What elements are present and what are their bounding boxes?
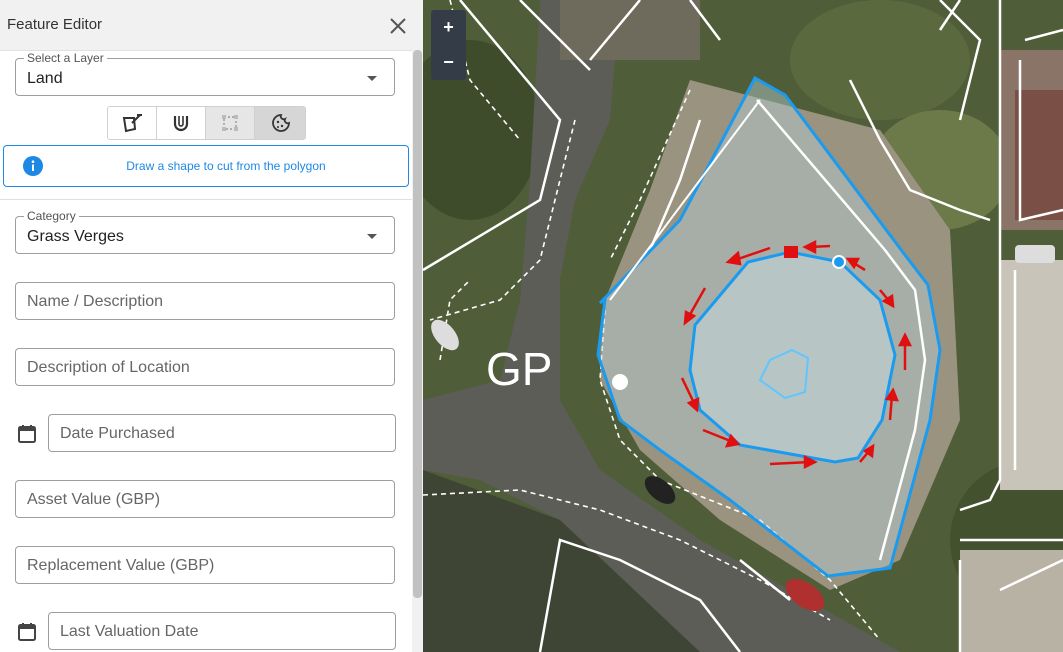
layer-select-legend: Select a Layer xyxy=(24,51,107,65)
chevron-down-icon xyxy=(367,234,377,239)
close-button[interactable] xyxy=(386,14,410,38)
aerial-map-imagery xyxy=(423,0,1063,652)
zoom-out-button[interactable]: − xyxy=(431,45,466,80)
date-purchased-field[interactable]: Date Purchased xyxy=(48,414,396,452)
zoom-in-button[interactable]: + xyxy=(431,10,466,45)
close-icon xyxy=(390,18,406,34)
last-valuation-date-placeholder: Last Valuation Date xyxy=(60,623,199,640)
layer-select-value: Land xyxy=(27,70,63,87)
bounding-box-button[interactable] xyxy=(206,107,255,139)
chevron-down-icon xyxy=(367,76,377,81)
cookie-cutter-button[interactable] xyxy=(255,107,305,139)
scrollbar-thumb[interactable] xyxy=(413,50,422,598)
layer-select[interactable]: Select a Layer Land xyxy=(15,51,395,96)
draw-polygon-icon xyxy=(122,114,142,133)
name-description-field[interactable]: Name / Description xyxy=(15,282,395,320)
replacement-value-field[interactable]: Replacement Value (GBP) xyxy=(15,546,395,584)
calendar-icon[interactable] xyxy=(17,424,37,444)
category-select-value: Grass Verges xyxy=(27,228,124,245)
edit-toolbar xyxy=(107,106,306,140)
snap-magnet-icon xyxy=(173,116,189,132)
asset-value-field[interactable]: Asset Value (GBP) xyxy=(15,480,395,518)
map-label-gp: GP xyxy=(486,343,553,395)
zoom-control: + − xyxy=(431,10,466,80)
divider xyxy=(0,199,412,200)
asset-value-placeholder: Asset Value (GBP) xyxy=(27,491,161,508)
name-description-placeholder: Name / Description xyxy=(27,293,164,310)
bounding-box-icon xyxy=(222,115,238,131)
cookie-cutter-icon xyxy=(272,114,290,132)
feature-editor-panel: Feature Editor Select a Layer Land Draw … xyxy=(0,0,423,652)
info-message: Draw a shape to cut from the polygon xyxy=(126,159,326,173)
description-location-field[interactable]: Description of Location xyxy=(15,348,395,386)
info-banner: Draw a shape to cut from the polygon xyxy=(3,145,409,187)
panel-title: Feature Editor xyxy=(7,16,103,33)
last-valuation-date-field[interactable]: Last Valuation Date xyxy=(48,612,396,650)
category-select-legend: Category xyxy=(24,209,79,223)
snap-button[interactable] xyxy=(157,107,206,139)
panel-header: Feature Editor xyxy=(0,0,423,51)
calendar-icon[interactable] xyxy=(17,622,37,642)
category-select[interactable]: Category Grass Verges xyxy=(15,209,395,254)
date-purchased-placeholder: Date Purchased xyxy=(60,425,175,442)
description-location-placeholder: Description of Location xyxy=(27,359,190,376)
replacement-value-placeholder: Replacement Value (GBP) xyxy=(27,557,215,574)
draw-polygon-button[interactable] xyxy=(108,107,157,139)
map-canvas[interactable]: GP xyxy=(423,0,1063,652)
